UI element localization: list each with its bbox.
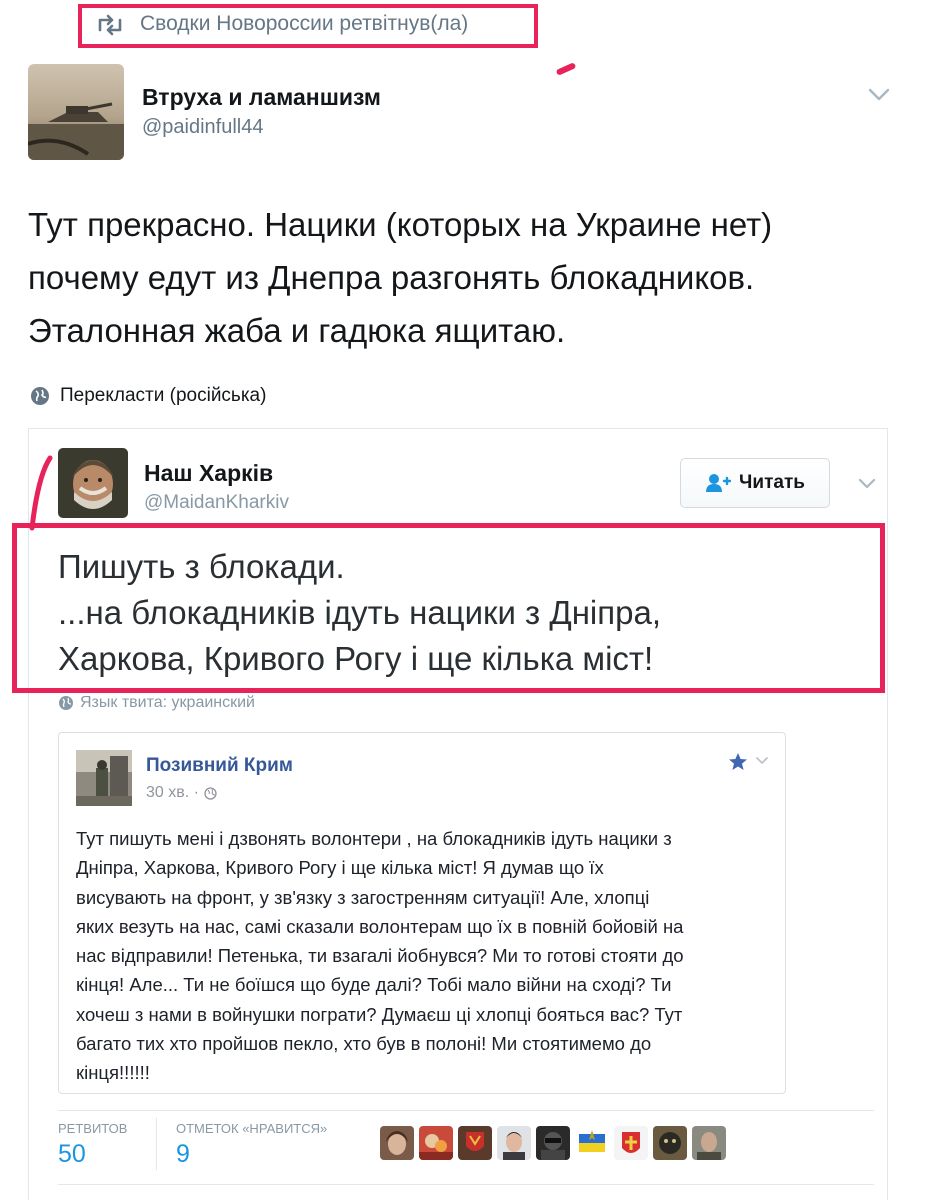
translate-link-row[interactable]: Перекласти (російська)	[30, 383, 266, 409]
quoted-author-handle[interactable]: @MaidanKharkiv	[144, 492, 289, 514]
avatar	[76, 750, 132, 806]
quoted-tweet-text: Пишуть з блокади. ...на блокадників ідут…	[58, 548, 662, 677]
avatar[interactable]	[58, 448, 128, 518]
fb-post-text: Тут пишуть мені і дзвонять волонтери , н…	[76, 828, 684, 1084]
liker-avatar[interactable]	[575, 1126, 609, 1160]
author-name[interactable]: Втруха и ламаншизм	[142, 84, 381, 111]
chevron-down-icon[interactable]	[868, 88, 890, 102]
liker-avatar[interactable]	[380, 1126, 414, 1160]
follow-button[interactable]: Читать	[680, 458, 830, 508]
add-user-icon	[706, 474, 732, 492]
follow-button-label: Читать	[739, 472, 805, 493]
likes-label[interactable]: ОТМЕТОК «НРАВИТСЯ»	[176, 1121, 327, 1136]
chevron-down-icon[interactable]	[858, 478, 876, 490]
translate-link[interactable]: Перекласти (російська)	[60, 385, 266, 407]
liker-avatar[interactable]	[614, 1126, 648, 1160]
fb-post-time-row: 30 хв. ·	[146, 784, 217, 802]
globe-icon	[59, 696, 73, 710]
globe-icon	[31, 387, 49, 405]
fb-post-time: 30 хв. ·	[146, 784, 199, 801]
divider	[58, 1110, 874, 1111]
liker-avatar[interactable]	[692, 1126, 726, 1160]
quoted-author-name[interactable]: Наш Харків	[144, 460, 273, 487]
divider	[156, 1118, 157, 1170]
chevron-down-icon	[756, 757, 768, 764]
retweets-label[interactable]: РЕТВИТОВ	[58, 1121, 127, 1136]
liker-avatar[interactable]	[458, 1126, 492, 1160]
retweeted-by-text[interactable]: Сводки Новороссии ретвітнув(ла)	[140, 12, 468, 36]
liker-avatar[interactable]	[419, 1126, 453, 1160]
annotation-mark	[555, 62, 577, 76]
liker-avatars	[380, 1126, 726, 1160]
divider	[58, 1184, 874, 1185]
retweets-count[interactable]: 50	[58, 1140, 86, 1169]
liker-avatar[interactable]	[653, 1126, 687, 1160]
tweet-language: Язык твита: украинский	[80, 694, 255, 711]
globe-icon	[204, 786, 217, 800]
author-handle[interactable]: @paidinfull44	[142, 116, 264, 139]
fb-author-name: Позивний Крим	[146, 755, 293, 776]
retweet-icon	[98, 14, 122, 36]
star-icon	[729, 753, 747, 770]
liker-avatar[interactable]	[497, 1126, 531, 1160]
likes-count[interactable]: 9	[176, 1140, 190, 1169]
tweet-text: Тут прекрасно. Нацики (которых на Украин…	[28, 206, 773, 349]
avatar[interactable]	[28, 64, 124, 160]
liker-avatar[interactable]	[536, 1126, 570, 1160]
tweet-language-row: Язык твита: украинский	[58, 694, 255, 712]
